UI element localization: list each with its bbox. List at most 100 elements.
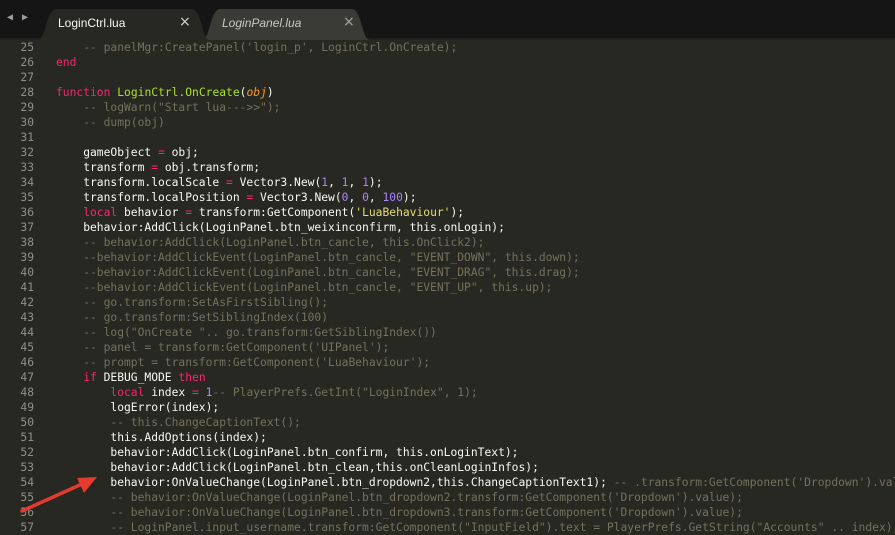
code-line[interactable]: 26 end: [0, 55, 895, 70]
line-number: 34: [20, 176, 34, 189]
code-line[interactable]: 56 -- behavior:OnValueChange(LoginPanel.b…: [0, 505, 895, 520]
code-token: transform.localPosition: [83, 191, 247, 204]
code-text: transform = obj.transform;: [83, 160, 260, 175]
code-token: =: [158, 146, 165, 159]
line-number: 29: [20, 101, 34, 114]
line-number: 42: [20, 296, 34, 309]
code-line[interactable]: 31: [0, 130, 895, 145]
code-text: -- behavior:AddClick(LoginPanel.btn_canc…: [83, 235, 484, 250]
line-number: 41: [20, 281, 34, 294]
code-line[interactable]: 57 -- LoginPanel.input_username.transform…: [0, 520, 895, 535]
code-token: -- LoginPanel.input_username.transform:G…: [110, 521, 895, 534]
code-text: transform.localPosition = Vector3.New(0,…: [83, 190, 416, 205]
code-token: Vector3.New(: [253, 191, 342, 204]
code-text: local behavior = transform:GetComponent(…: [83, 205, 464, 220]
line-number: 48: [20, 386, 34, 399]
tab-loginctrl[interactable]: LoginCtrl.lua ×: [38, 7, 210, 40]
code-text: -- panel = transform:GetComponent('UIPan…: [83, 340, 389, 355]
code-line[interactable]: 42 -- go.transform:SetAsFirstSibling();: [0, 295, 895, 310]
code-line[interactable]: 52 behavior:AddClick(LoginPanel.btn_confi…: [0, 445, 895, 460]
code-token: index: [144, 386, 193, 399]
code-line[interactable]: 44 -- log("OnCreate ".. go.transform:GetS…: [0, 325, 895, 340]
code-line[interactable]: 51 this.AddOptions(index);: [0, 430, 895, 445]
code-line[interactable]: 41 --behavior:AddClickEvent(LoginPanel.bt…: [0, 280, 895, 295]
line-number: 50: [20, 416, 34, 429]
code-token: -- prompt = transform:GetComponent('LuaB…: [83, 356, 431, 369]
code-token: );: [402, 191, 417, 204]
code-line[interactable]: 37 behavior:AddClick(LoginPanel.btn_weixi…: [0, 220, 895, 235]
code-editor[interactable]: 25 -- panelMgr:CreatePanel('login_p', Log…: [0, 40, 895, 535]
code-token: obj: [246, 86, 267, 99]
code-line[interactable]: 33 transform = obj.transform;: [0, 160, 895, 175]
code-text: -- LoginPanel.input_username.transform:G…: [110, 520, 895, 535]
code-line[interactable]: 36 local behavior = transform:GetComponen…: [0, 205, 895, 220]
code-text: --behavior:AddClickEvent(LoginPanel.btn_…: [83, 280, 552, 295]
code-token: behavior: [117, 206, 186, 219]
tab-loginpanel[interactable]: LoginPanel.lua ×: [202, 7, 370, 40]
code-token: --behavior:AddClickEvent(LoginPanel.btn_…: [83, 266, 580, 279]
code-token: logError(index);: [110, 401, 220, 414]
code-line[interactable]: 34 transform.localScale = Vector3.New(1, …: [0, 175, 895, 190]
code-text: -- dump(obj): [83, 115, 165, 130]
code-text: behavior:OnValueChange(LoginPanel.btn_dr…: [110, 475, 895, 490]
code-line[interactable]: 50 -- this.ChangeCaptionText();: [0, 415, 895, 430]
code-line[interactable]: 29 -- logWarn("Start lua--->>");: [0, 100, 895, 115]
code-text: -- go.transform:SetSiblingIndex(100): [83, 310, 328, 325]
code-line[interactable]: 49 logError(index);: [0, 400, 895, 415]
code-line[interactable]: 48 local index = 1-- PlayerPrefs.GetInt("…: [0, 385, 895, 400]
code-token: DEBUG_MODE: [96, 371, 179, 384]
code-token: =: [151, 161, 159, 174]
code-token: -- dump(obj): [83, 116, 165, 129]
code-token: behavior:OnValueChange(LoginPanel.btn_dr…: [110, 476, 614, 489]
code-line[interactable]: 53 behavior:AddClick(LoginPanel.btn_clean…: [0, 460, 895, 475]
code-token: behavior:AddClick(LoginPanel.btn_clean,t…: [110, 461, 539, 474]
line-number: 51: [20, 431, 34, 444]
code-line[interactable]: 25 -- panelMgr:CreatePanel('login_p', Log…: [0, 40, 895, 55]
line-number: 30: [20, 116, 34, 129]
code-text: function LoginCtrl.OnCreate(obj): [56, 85, 274, 100]
nav-prev-icon[interactable]: ◀: [7, 12, 13, 23]
code-token: =: [226, 176, 233, 189]
code-token: 0: [362, 191, 369, 204]
code-line[interactable]: 54 behavior:OnValueChange(LoginPanel.btn_…: [0, 475, 895, 490]
close-icon[interactable]: ×: [343, 14, 355, 30]
code-token: );: [450, 206, 465, 219]
code-line[interactable]: 46 -- prompt = transform:GetComponent('Lu…: [0, 355, 895, 370]
line-number: 56: [20, 506, 34, 519]
tab-bar: ◀ ▶ LoginPanel.lua × LoginCtrl.lua ×: [0, 0, 895, 40]
code-line[interactable]: 39 --behavior:AddClickEvent(LoginPanel.bt…: [0, 250, 895, 265]
code-text: logError(index);: [110, 400, 219, 415]
line-number: 35: [20, 191, 34, 204]
code-line[interactable]: 43 -- go.transform:SetSiblingIndex(100): [0, 310, 895, 325]
code-token: -- log("OnCreate ".. go.transform:GetSib…: [83, 326, 437, 339]
code-token: -- logWarn("Start lua--->>");: [83, 101, 281, 114]
code-token: transform.localScale: [83, 176, 227, 189]
line-number: 57: [20, 521, 34, 534]
code-line[interactable]: 55 -- behavior:OnValueChange(LoginPanel.b…: [0, 490, 895, 505]
line-number: 44: [20, 326, 34, 339]
code-line[interactable]: 30 -- dump(obj): [0, 115, 895, 130]
code-line[interactable]: 38 -- behavior:AddClick(LoginPanel.btn_ca…: [0, 235, 895, 250]
close-icon[interactable]: ×: [179, 14, 191, 30]
code-text: --behavior:AddClickEvent(LoginPanel.btn_…: [83, 265, 580, 280]
code-line[interactable]: 45 -- panel = transform:GetComponent('UIP…: [0, 340, 895, 355]
code-token: -- PlayerPrefs.GetInt("LoginIndex", 1);: [212, 386, 478, 399]
code-line[interactable]: 28 function LoginCtrl.OnCreate(obj): [0, 85, 895, 100]
code-text: -- behavior:OnValueChange(LoginPanel.btn…: [110, 505, 743, 520]
code-line[interactable]: 40 --behavior:AddClickEvent(LoginPanel.bt…: [0, 265, 895, 280]
code-token: -- behavior:AddClick(LoginPanel.btn_canc…: [83, 236, 485, 249]
nav-next-icon[interactable]: ▶: [22, 12, 28, 23]
code-token: behavior:AddClick(LoginPanel.btn_weixinc…: [83, 221, 505, 234]
code-line[interactable]: 47 if DEBUG_MODE then: [0, 370, 895, 385]
line-number: 31: [20, 131, 34, 144]
code-token: ,: [328, 176, 342, 189]
line-number: 52: [20, 446, 34, 459]
code-line[interactable]: 35 transform.localPosition = Vector3.New(…: [0, 190, 895, 205]
code-token: function: [56, 86, 111, 99]
code-line[interactable]: 27: [0, 70, 895, 85]
code-token: transform: [83, 161, 152, 174]
code-line[interactable]: 32 gameObject = obj;: [0, 145, 895, 160]
line-number: 27: [20, 71, 34, 84]
code-text: -- go.transform:SetAsFirstSibling();: [83, 295, 328, 310]
code-token: --behavior:AddClickEvent(LoginPanel.btn_…: [83, 281, 553, 294]
